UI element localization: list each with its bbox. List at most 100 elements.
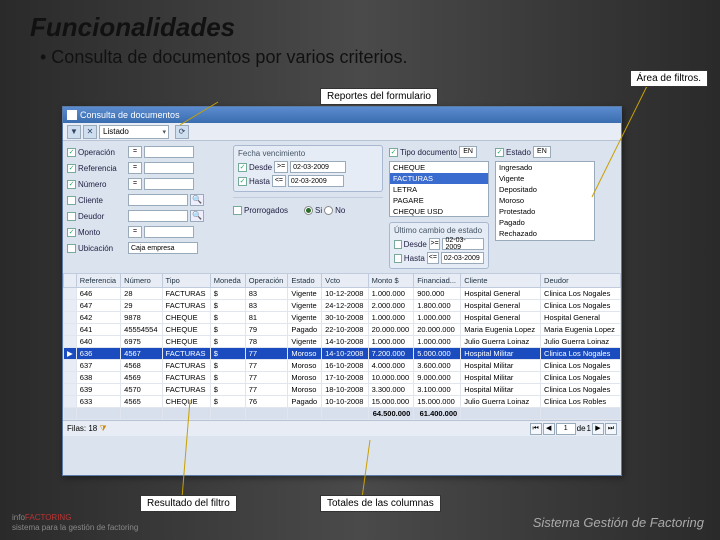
lbl-tipodoc: Tipo documento — [400, 148, 457, 157]
first-page-icon[interactable]: ⏮ — [530, 423, 542, 435]
list-item[interactable]: Moroso — [496, 195, 594, 206]
column-header[interactable]: Referencia — [76, 274, 120, 288]
table-row[interactable]: 64145554554CHEQUE$79Pagado22-10-200820.0… — [64, 324, 621, 336]
filter-label: Número — [78, 180, 126, 189]
checkbox[interactable] — [67, 196, 76, 205]
date-desde[interactable]: 02-03-2009 — [290, 161, 346, 173]
footer-logo: infoFACTORING sistema para la gestión de… — [12, 509, 138, 532]
checkbox[interactable]: ✓ — [238, 177, 247, 186]
date-uc-hasta[interactable]: 02-03-2009 — [441, 252, 484, 264]
prev-page-icon[interactable]: ◀ — [543, 423, 555, 435]
refresh-icon[interactable]: ⟳ — [175, 125, 189, 139]
checkbox[interactable]: ✓ — [67, 228, 76, 237]
table-row[interactable]: 6429878CHEQUE$81Vigente30-10-20081.000.0… — [64, 312, 621, 324]
list-item[interactable]: LETRA — [390, 184, 488, 195]
lbl-desde: Desde — [249, 163, 272, 172]
filter-input[interactable]: Caja empresa — [128, 242, 198, 254]
filter-input[interactable] — [144, 146, 194, 158]
op-uc-desde[interactable]: >= — [429, 238, 441, 250]
op-uc-hasta[interactable]: <= — [427, 252, 439, 264]
statusbar: Filas: 18 ⧩ ⏮ ◀ 1 de 1 ▶ ⏭ — [63, 420, 621, 436]
filter-input[interactable] — [144, 178, 194, 190]
table-row[interactable]: 6406975CHEQUE$78Vigente14-10-20081.000.0… — [64, 336, 621, 348]
filter-icon[interactable]: ▼ — [67, 125, 81, 139]
list-item[interactable]: CHEQUE USD — [390, 206, 488, 217]
column-header[interactable]: Deudor — [541, 274, 621, 288]
lbl-estado: Estado — [506, 148, 531, 157]
table-row[interactable]: 6374568FACTURAS$77Moroso16-10-20084.000.… — [64, 360, 621, 372]
checkbox[interactable] — [67, 212, 76, 221]
list-item[interactable]: CHEQUE — [390, 162, 488, 173]
next-page-icon[interactable]: ▶ — [592, 423, 604, 435]
filter-input[interactable] — [144, 226, 194, 238]
date-hasta[interactable]: 02-03-2009 — [288, 175, 344, 187]
table-row[interactable]: 6394570FACTURAS$77Moroso18-10-20083.300.… — [64, 384, 621, 396]
column-header[interactable]: Estado — [288, 274, 322, 288]
window-titlebar[interactable]: Consulta de documentos — [63, 107, 621, 123]
table-row[interactable]: ▶6364567FACTURAS$77Moroso14-10-20087.200… — [64, 348, 621, 360]
last-page-icon[interactable]: ⏭ — [605, 423, 617, 435]
search-icon[interactable]: 🔍 — [190, 210, 204, 222]
checkbox[interactable] — [394, 254, 402, 263]
filter-label: Cliente — [78, 196, 126, 205]
filter-label: Deudor — [78, 212, 126, 221]
footer-right: Sistema Gestión de Factoring — [533, 515, 704, 530]
list-item[interactable]: FACTURAS — [390, 173, 488, 184]
toolbar-combo[interactable]: Listado — [99, 125, 169, 139]
op-hasta[interactable]: <= — [272, 175, 286, 187]
column-header[interactable]: Monto $ — [368, 274, 414, 288]
list-item[interactable]: Ingresado — [496, 162, 594, 173]
lbl-no: No — [335, 206, 345, 215]
checkbox[interactable]: ✓ — [67, 148, 76, 157]
checkbox-tipodoc[interactable]: ✓ — [389, 148, 398, 157]
checkbox[interactable] — [394, 240, 402, 249]
filter-input[interactable] — [128, 210, 188, 222]
filter-label: Monto — [78, 228, 126, 237]
list-item[interactable]: Vigente — [496, 173, 594, 184]
column-header[interactable]: Cliente — [461, 274, 541, 288]
radio-no[interactable] — [324, 206, 333, 215]
column-header[interactable]: Operación — [245, 274, 288, 288]
checkbox-prorrogados[interactable] — [233, 206, 242, 215]
table-row[interactable]: 6384569FACTURAS$77Moroso17-10-200810.000… — [64, 372, 621, 384]
clear-icon[interactable]: ✕ — [83, 125, 97, 139]
checkbox[interactable] — [67, 244, 76, 253]
date-uc-desde[interactable]: 02-03-2009 — [442, 238, 484, 250]
filter-op[interactable]: = — [128, 146, 142, 158]
filter-op[interactable]: = — [128, 178, 142, 190]
column-header[interactable]: Financiad... — [414, 274, 461, 288]
filter-input[interactable] — [144, 162, 194, 174]
filter-op[interactable]: = — [128, 226, 142, 238]
search-icon[interactable]: 🔍 — [190, 194, 204, 206]
listbox-tipodoc[interactable]: CHEQUEFACTURASLETRAPAGARECHEQUE USD — [389, 161, 489, 217]
list-item[interactable]: Depositado — [496, 184, 594, 195]
list-item[interactable]: Pagado — [496, 217, 594, 228]
grid[interactable]: ReferenciaNúmeroTipoMonedaOperaciónEstad… — [63, 273, 621, 420]
column-header[interactable]: Moneda — [210, 274, 245, 288]
filter-label: Ubicación — [78, 244, 126, 253]
radio-si[interactable] — [304, 206, 313, 215]
listbox-estado[interactable]: IngresadoVigenteDepositadoMorosoProtesta… — [495, 161, 595, 241]
table-row[interactable]: 6334565CHEQUE$76Pagado10-10-200815.000.0… — [64, 396, 621, 408]
column-header[interactable]: Número — [121, 274, 162, 288]
cmp-estado[interactable]: EN — [533, 146, 551, 158]
page-input[interactable]: 1 — [556, 423, 576, 435]
column-header[interactable]: Tipo — [162, 274, 210, 288]
checkbox[interactable]: ✓ — [67, 164, 76, 173]
list-item[interactable]: Rechazado — [496, 228, 594, 239]
cmp-tipodoc[interactable]: EN — [459, 146, 477, 158]
window-icon — [67, 110, 77, 120]
lbl-uc-hasta: Hasta — [404, 254, 425, 263]
table-row[interactable]: 64628FACTURAS$83Vigente10-12-20081.000.0… — [64, 288, 621, 300]
list-item[interactable]: PAGARE — [390, 195, 488, 206]
filter-op[interactable]: = — [128, 162, 142, 174]
checkbox[interactable]: ✓ — [238, 163, 247, 172]
filter-input[interactable] — [128, 194, 188, 206]
column-header[interactable]: Vcto — [322, 274, 369, 288]
lbl-hasta: Hasta — [249, 177, 270, 186]
op-desde[interactable]: >= — [274, 161, 288, 173]
checkbox-estado[interactable]: ✓ — [495, 148, 504, 157]
checkbox[interactable]: ✓ — [67, 180, 76, 189]
list-item[interactable]: Protestado — [496, 206, 594, 217]
table-row[interactable]: 64729FACTURAS$83Vigente24-12-20082.000.0… — [64, 300, 621, 312]
